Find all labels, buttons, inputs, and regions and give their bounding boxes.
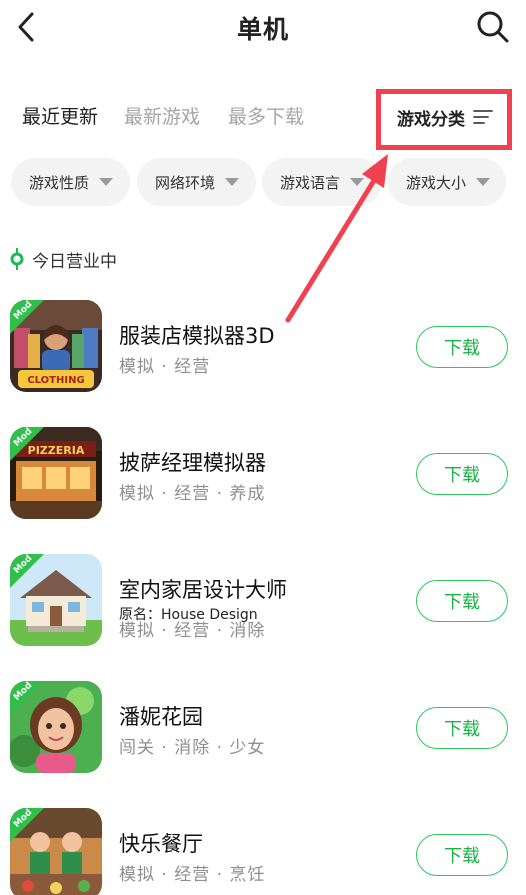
section-heading: 今日营业中	[10, 246, 117, 272]
app-tags: 模拟 · 经营 · 养成	[119, 484, 266, 504]
app-icon: CLOTHING Mod	[10, 300, 102, 392]
page-title: 单机	[236, 15, 289, 44]
app-tags: 模拟 · 经营 · 消除	[119, 621, 266, 641]
tab-label: 最近更新	[22, 106, 99, 128]
app-icon: PIZZERIA Mod	[10, 427, 102, 519]
filter-network[interactable]: 网络环境	[137, 158, 256, 206]
icon-text: PIZZERIA	[28, 444, 85, 457]
section-title: 今日营业中	[32, 251, 117, 272]
list-item[interactable]: Mod 快乐餐厅 模拟 · 经营 · 烹饪 下载	[0, 808, 526, 895]
top-bar: 单机	[0, 0, 526, 56]
app-name: 潘妮花园	[119, 705, 203, 729]
download-button[interactable]: 下载	[416, 580, 508, 622]
app-name: 服装店模拟器3D	[119, 324, 275, 348]
download-button[interactable]: 下载	[416, 834, 508, 876]
filter-lines-icon	[473, 110, 493, 124]
download-button[interactable]: 下载	[416, 326, 508, 368]
tab-label: 最新游戏	[124, 106, 201, 128]
location-pin-icon	[10, 248, 24, 270]
list-item[interactable]: Mod 潘妮花园 闯关 · 消除 · 少女 下载	[0, 681, 526, 793]
download-button[interactable]: 下载	[416, 707, 508, 749]
icon-text: CLOTHING	[27, 375, 84, 386]
tab-newest-games[interactable]: 最新游戏	[124, 102, 200, 129]
app-name: 披萨经理模拟器	[119, 451, 266, 475]
filter-label: 游戏性质	[29, 173, 90, 192]
list-item[interactable]: PIZZERIA Mod 披萨经理模拟器 模拟 · 经营 · 养成 下载	[0, 427, 526, 539]
annotation-arrow	[285, 154, 388, 323]
caret-down-icon	[99, 178, 114, 186]
app-icon: Mod	[10, 681, 102, 773]
app-screen: 单机 最近更新 最新游戏 最多下载 游戏分类 游戏性质 网络环境 游戏语言 游戏…	[0, 0, 526, 895]
search-button[interactable]	[476, 10, 510, 44]
list-item[interactable]: Mod 室内家居设计大师 原名：House Design 模拟 · 经营 · 消…	[0, 554, 526, 666]
tab-recent-update[interactable]: 最近更新	[22, 102, 99, 129]
tab-most-downloads[interactable]: 最多下载	[228, 102, 304, 129]
app-tags: 模拟 · 经营	[119, 357, 211, 377]
filter-game-nature[interactable]: 游戏性质	[11, 158, 130, 206]
caret-down-icon	[225, 178, 240, 186]
app-tags: 模拟 · 经营 · 烹饪	[119, 865, 266, 885]
list-item[interactable]: CLOTHING Mod 服装店模拟器3D 模拟 · 经营 下载	[0, 300, 526, 412]
game-category-button[interactable]: 游戏分类	[388, 99, 500, 135]
tab-label: 最多下载	[228, 106, 305, 128]
caret-down-icon	[476, 178, 491, 186]
filter-label: 游戏大小	[406, 173, 467, 192]
app-tags: 闯关 · 消除 · 少女	[119, 738, 266, 758]
app-icon: Mod	[10, 808, 102, 895]
category-label: 游戏分类	[397, 109, 465, 130]
app-name: 室内家居设计大师	[119, 578, 287, 602]
app-name: 快乐餐厅	[119, 832, 203, 856]
filter-size[interactable]: 游戏大小	[388, 158, 506, 206]
filter-label: 网络环境	[155, 173, 216, 192]
download-button[interactable]: 下载	[416, 453, 508, 495]
search-icon	[477, 11, 509, 43]
app-icon: Mod	[10, 554, 102, 646]
